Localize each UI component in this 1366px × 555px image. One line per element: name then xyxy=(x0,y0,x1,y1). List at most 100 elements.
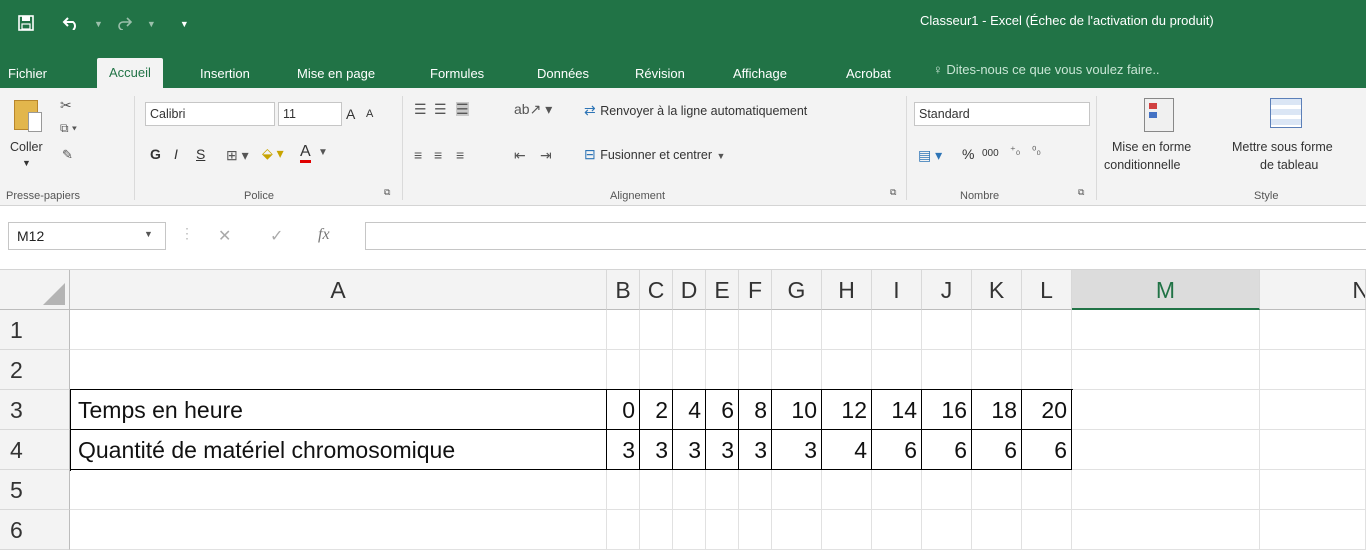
cell-value[interactable]: 3 xyxy=(607,430,640,470)
cell[interactable] xyxy=(607,470,640,510)
cell[interactable] xyxy=(922,350,972,390)
cell[interactable] xyxy=(673,310,706,350)
cell[interactable] xyxy=(772,470,822,510)
column-header-h[interactable]: H xyxy=(822,270,872,310)
cell[interactable] xyxy=(772,510,822,550)
tab-fichier[interactable]: Fichier xyxy=(8,62,47,88)
cell-a3[interactable]: Temps en heure xyxy=(70,390,607,430)
cell-value[interactable]: 8 xyxy=(739,390,772,430)
cell-value[interactable]: 6 xyxy=(972,430,1022,470)
increase-decimal-icon[interactable]: ⁺₀ xyxy=(1010,146,1020,157)
number-dialog-launcher-icon[interactable]: ⧉ xyxy=(1078,188,1084,197)
cell[interactable] xyxy=(822,510,872,550)
italic-button[interactable]: I xyxy=(174,146,178,162)
alignment-dialog-launcher-icon[interactable]: ⧉ xyxy=(890,188,896,197)
cell[interactable] xyxy=(872,350,922,390)
cut-icon[interactable]: ✂ xyxy=(60,98,72,112)
cell-value[interactable]: 3 xyxy=(706,430,739,470)
cell[interactable] xyxy=(706,310,739,350)
row-header-3[interactable]: 3 xyxy=(0,390,70,430)
cell[interactable] xyxy=(872,310,922,350)
cell-value[interactable]: 14 xyxy=(872,390,922,430)
name-box-dropdown-icon[interactable]: ▼ xyxy=(144,230,153,239)
cell[interactable] xyxy=(972,310,1022,350)
row-header-2[interactable]: 2 xyxy=(0,350,70,390)
tab-donnees[interactable]: Données xyxy=(537,62,589,88)
cell-value[interactable]: 6 xyxy=(872,430,922,470)
cell[interactable] xyxy=(673,470,706,510)
font-color-button[interactable]: A xyxy=(300,144,311,163)
cell[interactable] xyxy=(1022,510,1072,550)
thousands-button[interactable]: 000 xyxy=(982,148,999,159)
cell[interactable] xyxy=(70,310,607,350)
tab-revision[interactable]: Révision xyxy=(635,62,685,88)
cell-value[interactable]: 6 xyxy=(706,390,739,430)
cell[interactable] xyxy=(1260,510,1366,550)
grow-font-icon[interactable]: A xyxy=(346,106,355,122)
name-box[interactable]: M12 xyxy=(8,222,166,250)
number-format-field[interactable]: Standard xyxy=(914,102,1090,126)
formula-input[interactable] xyxy=(365,222,1366,250)
wrap-text-button[interactable]: ⇄ Renvoyer à la ligne automatiquement xyxy=(584,102,807,120)
font-dialog-launcher-icon[interactable]: ⧉ xyxy=(384,188,390,197)
cell-value[interactable]: 6 xyxy=(1022,430,1072,470)
cell[interactable] xyxy=(1072,350,1260,390)
cell[interactable] xyxy=(872,510,922,550)
cell[interactable] xyxy=(706,510,739,550)
column-header-d[interactable]: D xyxy=(673,270,706,310)
cell-value[interactable]: 16 xyxy=(922,390,972,430)
column-header-i[interactable]: I xyxy=(872,270,922,310)
cell[interactable] xyxy=(70,350,607,390)
align-right-icon[interactable]: ≡ xyxy=(456,148,464,162)
cell[interactable] xyxy=(640,310,673,350)
cell[interactable] xyxy=(70,510,607,550)
shrink-font-icon[interactable]: A xyxy=(366,108,373,120)
cell-value[interactable]: 2 xyxy=(640,390,673,430)
cell[interactable] xyxy=(706,470,739,510)
underline-button[interactable]: S xyxy=(196,146,205,162)
column-header-e[interactable]: E xyxy=(706,270,739,310)
paste-button[interactable]: Coller ▼ xyxy=(10,96,54,176)
column-header-c[interactable]: C xyxy=(640,270,673,310)
cell[interactable] xyxy=(822,470,872,510)
cell-value[interactable]: 3 xyxy=(739,430,772,470)
save-icon[interactable] xyxy=(18,14,34,34)
bold-button[interactable]: G xyxy=(150,146,161,162)
cell[interactable] xyxy=(640,350,673,390)
borders-icon[interactable]: ⊞ ▾ xyxy=(226,148,249,162)
conditional-formatting-button[interactable]: Mise en forme conditionnelle xyxy=(1102,94,1222,184)
format-as-table-button[interactable]: Mettre sous forme de tableau xyxy=(1226,94,1366,184)
cell-value[interactable]: 4 xyxy=(673,390,706,430)
cell[interactable] xyxy=(872,470,922,510)
merge-center-button[interactable]: ⊟ Fusionner et centrer ▼ xyxy=(584,146,725,164)
cancel-icon[interactable]: ✕ xyxy=(218,226,231,246)
tab-acrobat[interactable]: Acrobat xyxy=(846,62,891,88)
cell[interactable] xyxy=(607,350,640,390)
cell[interactable] xyxy=(772,310,822,350)
tab-formules[interactable]: Formules xyxy=(430,62,484,88)
cell[interactable] xyxy=(1072,510,1260,550)
cell[interactable] xyxy=(922,510,972,550)
redo-dropdown-icon[interactable]: ▼ xyxy=(147,19,156,29)
tab-insertion[interactable]: Insertion xyxy=(200,62,250,88)
font-size-field[interactable]: 11 xyxy=(278,102,342,126)
align-top-icon[interactable]: ☰ xyxy=(414,102,427,116)
cell[interactable] xyxy=(1072,430,1260,470)
decrease-indent-icon[interactable]: ⇤ xyxy=(514,148,526,162)
column-header-j[interactable]: J xyxy=(922,270,972,310)
cell[interactable] xyxy=(922,310,972,350)
customize-icon[interactable]: ▼ xyxy=(180,19,189,29)
cell[interactable] xyxy=(922,470,972,510)
percent-button[interactable]: % xyxy=(962,146,974,162)
cell[interactable] xyxy=(972,470,1022,510)
cell[interactable] xyxy=(706,350,739,390)
cell-value[interactable]: 4 xyxy=(822,430,872,470)
cell-value[interactable]: 10 xyxy=(772,390,822,430)
cell-value[interactable]: 20 xyxy=(1022,390,1072,430)
cell[interactable] xyxy=(673,350,706,390)
cell[interactable] xyxy=(607,310,640,350)
cell-value[interactable]: 0 xyxy=(607,390,640,430)
cell[interactable] xyxy=(739,510,772,550)
row-header-1[interactable]: 1 xyxy=(0,310,70,350)
cell[interactable] xyxy=(1260,310,1366,350)
